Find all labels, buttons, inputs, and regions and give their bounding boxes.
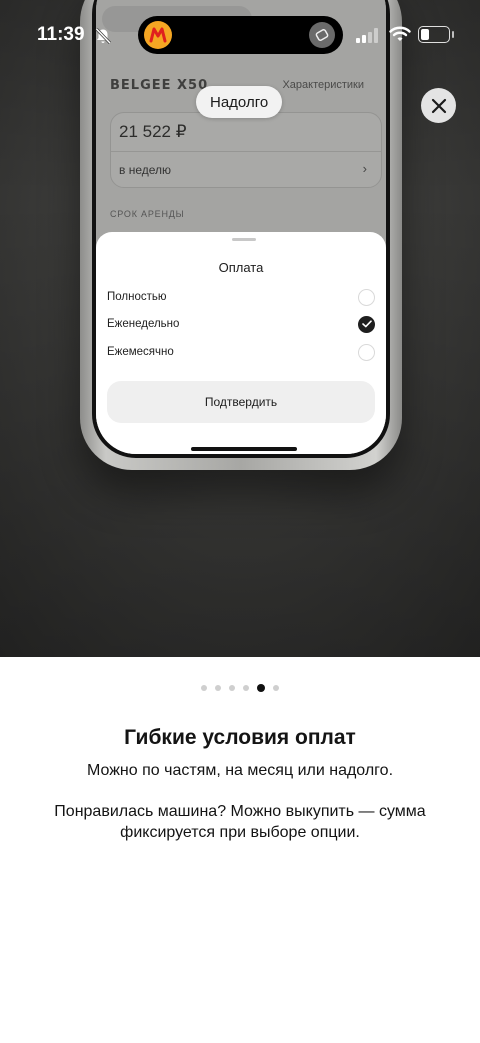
onboarding-subtitle: Можно по частям, на месяц или надолго. <box>86 762 394 779</box>
page-indicator <box>0 684 480 692</box>
bell-off-icon <box>95 27 112 45</box>
option-weekly: Еженедельно <box>107 313 375 335</box>
price-value: 21 522 ₽ <box>119 122 187 141</box>
payment-sheet: Оплата Полностью Еженедельно Ежемесячно … <box>96 232 386 454</box>
sheet-title: Оплата <box>218 260 264 275</box>
battery-icon <box>418 26 450 43</box>
price-period: в неделю <box>119 163 172 177</box>
close-button[interactable] <box>421 88 456 123</box>
car-model-title: BELGEE X50 <box>110 78 209 93</box>
page-dot <box>273 685 279 691</box>
status-bar: 11:39 <box>0 0 480 70</box>
option-monthly: Ежемесячно <box>107 341 375 363</box>
radio-unchecked-icon <box>358 288 375 306</box>
radio-unchecked-icon <box>358 343 375 361</box>
status-time: 11:39 <box>37 24 85 45</box>
rental-term-label: СРОК АРЕНДЫ <box>110 209 185 219</box>
chevron-right-icon: › <box>362 161 367 176</box>
dynamic-island <box>138 16 343 54</box>
option-full: Полностью <box>107 286 375 308</box>
duration-pill: Надолго <box>196 86 283 118</box>
page-dot <box>229 685 235 691</box>
sheet-handle <box>232 238 256 241</box>
radio-checked-icon <box>358 315 375 333</box>
onboarding-description: Понравилась машина? Можно выкупить — сум… <box>54 803 426 841</box>
option-label: Ежемесячно <box>107 346 174 358</box>
page-dot <box>215 685 221 691</box>
hero-illustration: BELGEE X50 Характеристики 21 522 ₽ в нед… <box>0 0 480 657</box>
live-activity-icon <box>309 22 335 48</box>
onboarding-screen: BELGEE X50 Характеристики 21 522 ₽ в нед… <box>0 0 480 1043</box>
price-card: 21 522 ₽ в неделю › <box>110 112 382 188</box>
page-dot <box>201 685 207 691</box>
option-label: Полностью <box>107 291 167 303</box>
phone-mockup: BELGEE X50 Характеристики 21 522 ₽ в нед… <box>80 0 402 470</box>
specs-link: Характеристики <box>282 79 364 91</box>
close-icon <box>431 98 446 113</box>
wifi-icon <box>389 26 411 41</box>
page-dot <box>243 685 249 691</box>
option-label: Еженедельно <box>107 318 180 330</box>
cellular-signal-icon <box>356 28 378 43</box>
confirm-button: Подтвердить <box>107 381 375 423</box>
app-logo-icon <box>144 21 172 49</box>
home-indicator <box>191 447 297 451</box>
page-dot-active <box>257 684 265 692</box>
onboarding-title: Гибкие условия оплат <box>124 726 356 749</box>
